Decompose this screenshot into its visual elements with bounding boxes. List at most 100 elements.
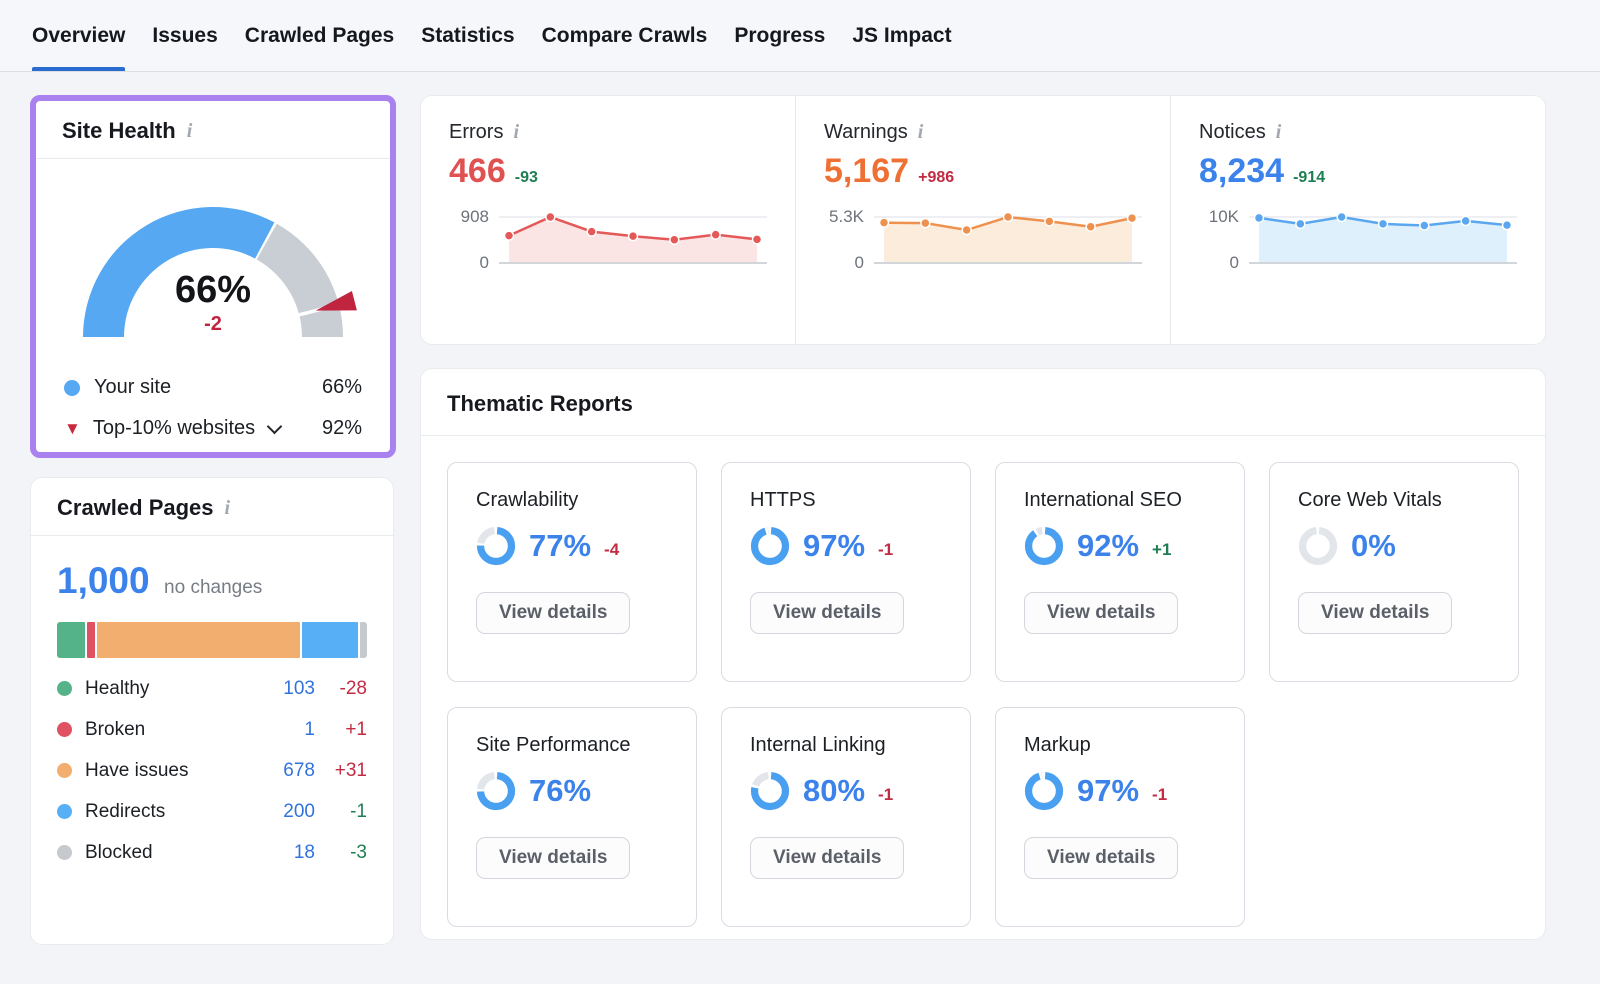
- card-change: -4: [604, 540, 619, 560]
- card-title: International SEO: [1024, 489, 1216, 512]
- tab-statistics[interactable]: Statistics: [421, 0, 514, 71]
- bar-segment[interactable]: [302, 622, 359, 658]
- site-health-gauge: 66% -2: [48, 177, 378, 349]
- chevron-down-icon[interactable]: [267, 419, 283, 435]
- site-health-title: Site Health: [62, 118, 176, 144]
- view-details-button[interactable]: View details: [476, 837, 630, 879]
- view-details-button[interactable]: View details: [750, 837, 904, 879]
- crawled-pages-total[interactable]: 1,000: [57, 560, 150, 601]
- card-crawlability: Crawlability 77% -4 View details: [447, 462, 697, 682]
- blocked-change: -3: [315, 842, 367, 864]
- crawled-pages-note: no changes: [164, 577, 262, 598]
- tab-overview[interactable]: Overview: [32, 0, 125, 71]
- info-icon[interactable]: i: [513, 120, 519, 144]
- tab-issues[interactable]: Issues: [152, 0, 217, 71]
- redirects-value[interactable]: 200: [261, 801, 315, 823]
- view-details-button[interactable]: View details: [1024, 592, 1178, 634]
- blocked-label: Blocked: [85, 842, 153, 864]
- bar-segment[interactable]: [87, 622, 95, 658]
- have-issues-change: +31: [315, 760, 367, 782]
- progress-ring-icon: [1024, 526, 1064, 566]
- healthy-value[interactable]: 103: [261, 678, 315, 700]
- view-details-button[interactable]: View details: [1298, 592, 1452, 634]
- legend-row-top10: ▼ Top-10% websites 92%: [64, 408, 362, 449]
- top10-value: 92%: [322, 417, 362, 440]
- notices-section: Notices i 8,234 -914 10K 0: [1170, 96, 1545, 344]
- warnings-count[interactable]: 5,167: [824, 152, 909, 191]
- notices-y-axis: 10K 0: [1199, 205, 1249, 271]
- warnings-section: Warnings i 5,167 +986 5.3K 0: [795, 96, 1170, 344]
- errors-count[interactable]: 466: [449, 152, 506, 191]
- info-icon[interactable]: i: [918, 120, 924, 144]
- errors-section: Errors i 466 -93 908 0: [421, 96, 795, 344]
- card-percent: 92%: [1077, 528, 1139, 564]
- info-icon[interactable]: i: [187, 119, 193, 143]
- crawled-pages-legend: Healthy 103 -28 Broken 1 +1 Have issues …: [57, 668, 367, 873]
- tab-js-impact[interactable]: JS Impact: [852, 0, 951, 71]
- site-health-score: 66%: [48, 269, 378, 312]
- broken-change: +1: [315, 719, 367, 741]
- broken-value[interactable]: 1: [261, 719, 315, 741]
- card-title: Site Performance: [476, 734, 668, 757]
- info-icon[interactable]: i: [225, 496, 231, 520]
- legend-row-broken: Broken 1 +1: [57, 709, 367, 750]
- site-health-change: -2: [48, 313, 378, 336]
- card-percent: 77%: [529, 528, 591, 564]
- y-min-label: 0: [480, 253, 489, 273]
- legend-row-healthy: Healthy 103 -28: [57, 668, 367, 709]
- bar-segment[interactable]: [360, 622, 367, 658]
- thematic-cards-grid: Crawlability 77% -4 View details HTTPS 9…: [421, 436, 1545, 953]
- card-percent: 80%: [803, 773, 865, 809]
- warnings-trend-chart: [874, 205, 1142, 271]
- blocked-value[interactable]: 18: [261, 842, 315, 864]
- card-change: +1: [1152, 540, 1171, 560]
- top-tab-bar: Overview Issues Crawled Pages Statistics…: [0, 0, 1600, 72]
- card-https: HTTPS 97% -1 View details: [721, 462, 971, 682]
- progress-ring-icon: [476, 526, 516, 566]
- progress-ring-icon: [1298, 526, 1338, 566]
- healthy-dot-icon: [57, 681, 72, 696]
- issues-summary-panel: Errors i 466 -93 908 0 Warnings i 5,167 …: [420, 95, 1546, 345]
- card-change: -1: [878, 540, 893, 560]
- card-change: -1: [1152, 785, 1167, 805]
- have-issues-value[interactable]: 678: [261, 760, 315, 782]
- card-title: Core Web Vitals: [1298, 489, 1490, 512]
- view-details-button[interactable]: View details: [476, 592, 630, 634]
- card-percent: 0%: [1351, 528, 1396, 564]
- healthy-change: -28: [315, 678, 367, 700]
- tab-progress[interactable]: Progress: [734, 0, 825, 71]
- legend-row-redirects: Redirects 200 -1: [57, 791, 367, 832]
- have-issues-label: Have issues: [85, 760, 189, 782]
- bar-segment[interactable]: [97, 622, 299, 658]
- y-max-label: 908: [461, 207, 489, 227]
- bar-segment[interactable]: [57, 622, 85, 658]
- top10-label: Top-10% websites: [93, 417, 255, 440]
- info-icon[interactable]: i: [1276, 120, 1282, 144]
- y-max-label: 5.3K: [829, 207, 864, 227]
- view-details-button[interactable]: View details: [750, 592, 904, 634]
- broken-dot-icon: [57, 722, 72, 737]
- card-site-performance: Site Performance 76% View details: [447, 707, 697, 927]
- triangle-down-icon: ▼: [64, 420, 81, 437]
- card-percent: 97%: [803, 528, 865, 564]
- notices-count[interactable]: 8,234: [1199, 152, 1284, 191]
- crawled-pages-title: Crawled Pages: [57, 495, 214, 521]
- legend-row-have-issues: Have issues 678 +31: [57, 750, 367, 791]
- progress-ring-icon: [476, 771, 516, 811]
- thematic-reports-title: Thematic Reports: [447, 391, 633, 417]
- y-min-label: 0: [855, 253, 864, 273]
- y-max-label: 10K: [1209, 207, 1239, 227]
- card-core-web-vitals: Core Web Vitals 0% View details: [1269, 462, 1519, 682]
- card-title: Markup: [1024, 734, 1216, 757]
- view-details-button[interactable]: View details: [1024, 837, 1178, 879]
- errors-trend-chart: [499, 205, 767, 271]
- card-title: HTTPS: [750, 489, 942, 512]
- errors-title: Errors: [449, 121, 503, 144]
- site-health-panel: Site Health i 66% -2 Your site 66% ▼ Top…: [30, 95, 396, 458]
- tab-crawled-pages[interactable]: Crawled Pages: [245, 0, 394, 71]
- progress-ring-icon: [750, 771, 790, 811]
- card-percent: 97%: [1077, 773, 1139, 809]
- warnings-y-axis: 5.3K 0: [824, 205, 874, 271]
- crawled-pages-stacked-bar: [57, 622, 367, 658]
- tab-compare-crawls[interactable]: Compare Crawls: [542, 0, 708, 71]
